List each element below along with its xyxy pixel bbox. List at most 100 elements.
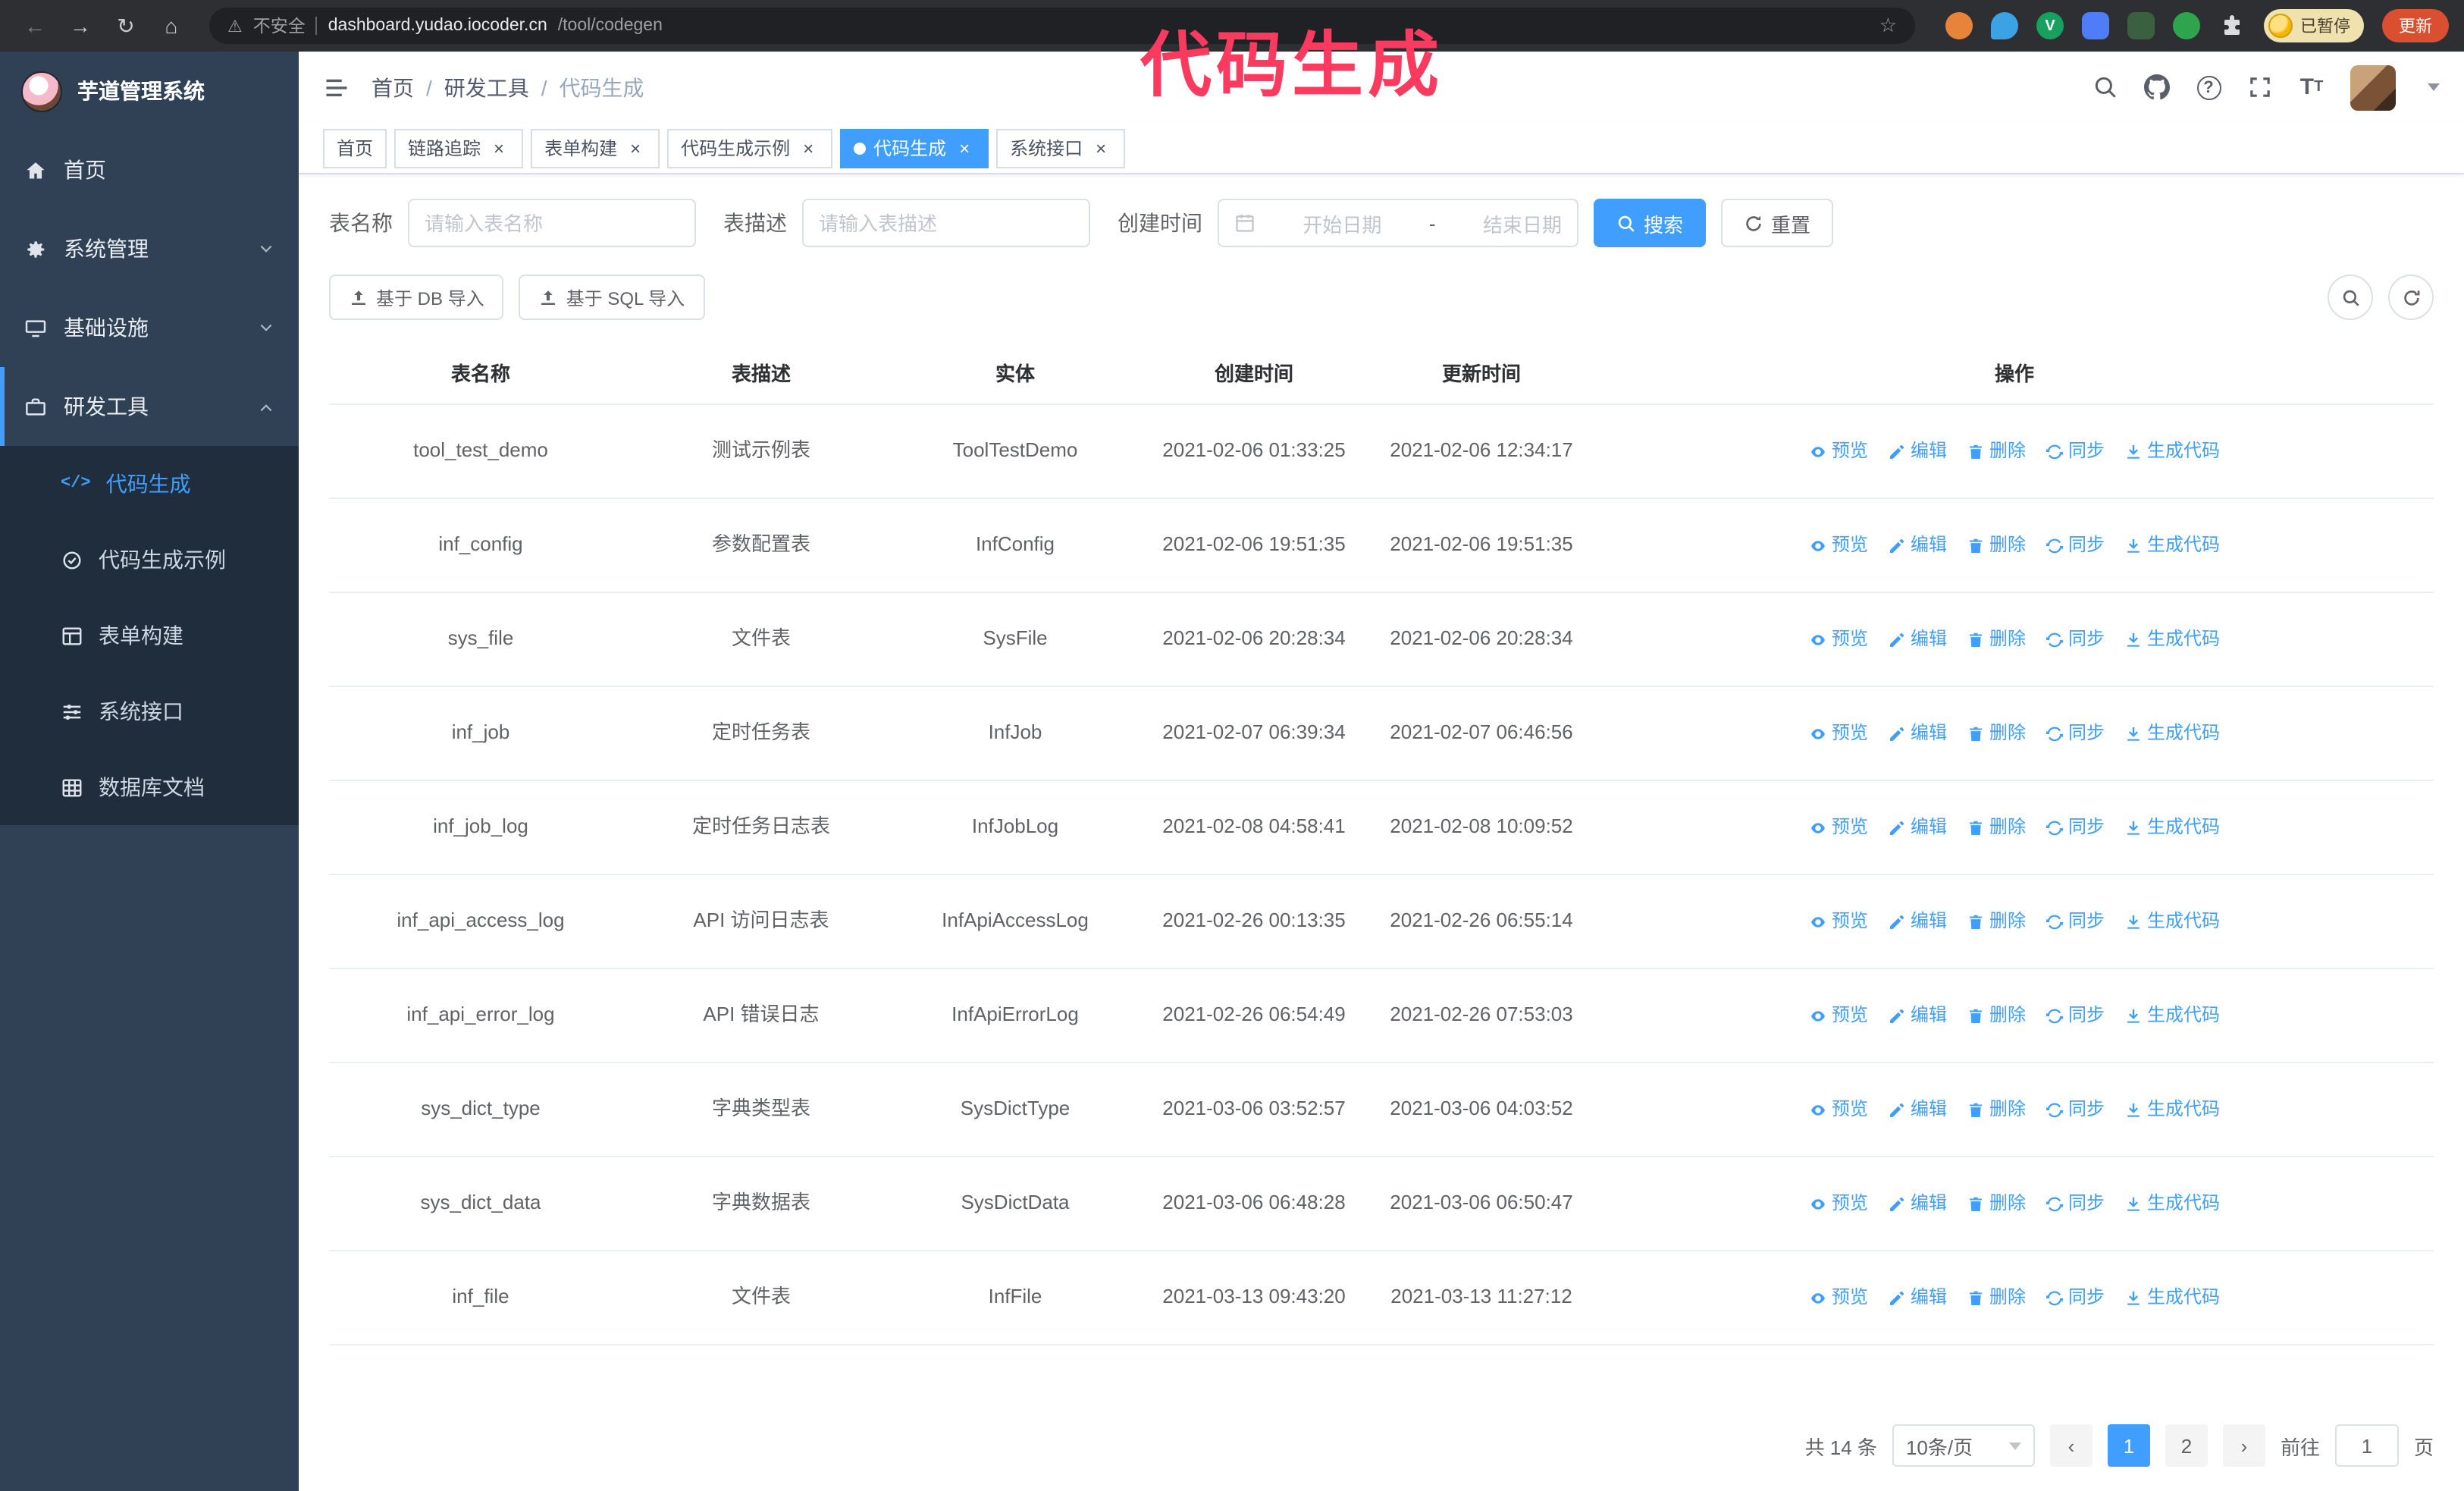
generate-code-link[interactable]: 生成代码 [2124,1283,2220,1312]
breadcrumb-home[interactable]: 首页 [371,72,414,102]
tab-tracing[interactable]: 链路追踪 × [394,128,524,168]
preview-link[interactable]: 预览 [1809,1283,1868,1312]
toggle-search-button[interactable] [2328,275,2373,320]
delete-link[interactable]: 删除 [1967,625,2026,654]
breadcrumb-devtools[interactable]: 研发工具 [444,72,529,102]
sync-link[interactable]: 同步 [2045,813,2105,842]
extension-icon[interactable] [2127,12,2155,39]
sync-link[interactable]: 同步 [2045,1189,2105,1218]
sidebar-item-form-builder[interactable]: 表单构建 [0,598,299,673]
sidebar-item-system-api[interactable]: 系统接口 [0,673,299,749]
sidebar-item-home[interactable]: 首页 [0,130,299,209]
sync-link[interactable]: 同步 [2045,1095,2105,1124]
page-size-select[interactable]: 10条/页 [1892,1424,2035,1467]
generate-code-link[interactable]: 生成代码 [2124,625,2220,654]
fullscreen-icon[interactable] [2247,74,2273,100]
home-button[interactable]: ⌂ [152,6,191,46]
user-avatar[interactable] [2350,64,2396,110]
sync-link[interactable]: 同步 [2045,437,2105,466]
import-sql-button[interactable]: 基于 SQL 导入 [519,275,705,320]
prev-page-button[interactable]: ‹ [2049,1424,2093,1467]
font-size-icon[interactable]: TT [2299,74,2324,100]
tab-home[interactable]: 首页 [323,128,387,168]
preview-link[interactable]: 预览 [1809,719,1868,748]
preview-link[interactable]: 预览 [1809,625,1868,654]
tab-system-api[interactable]: 系统接口 × [996,128,1126,168]
reset-button[interactable]: 重置 [1721,199,1834,247]
edit-link[interactable]: 编辑 [1888,437,1947,466]
delete-link[interactable]: 删除 [1967,1283,2026,1312]
edit-link[interactable]: 编辑 [1888,813,1947,842]
close-tab-icon[interactable]: × [488,137,509,159]
close-tab-icon[interactable]: × [798,137,819,159]
extension-icon[interactable] [1945,12,1973,39]
extension-icon[interactable] [1991,12,2018,39]
paused-badge[interactable]: 已暂停 [2264,9,2364,42]
preview-link[interactable]: 预览 [1809,531,1868,560]
preview-link[interactable]: 预览 [1809,1095,1868,1124]
sidebar-item-infrastructure[interactable]: 基础设施 [0,288,299,367]
generate-code-link[interactable]: 生成代码 [2124,531,2220,560]
extension-icon[interactable]: V [2036,12,2064,39]
edit-link[interactable]: 编辑 [1888,1283,1947,1312]
sync-link[interactable]: 同步 [2045,1283,2105,1312]
delete-link[interactable]: 删除 [1967,719,2026,748]
delete-link[interactable]: 删除 [1967,1001,2026,1030]
collapse-sidebar-icon[interactable] [323,74,350,101]
table-name-input[interactable] [408,199,696,247]
preview-link[interactable]: 预览 [1809,1001,1868,1030]
generate-code-link[interactable]: 生成代码 [2124,1001,2220,1030]
generate-code-link[interactable]: 生成代码 [2124,437,2220,466]
extensions-puzzle-icon[interactable] [2218,12,2246,39]
sidebar-item-codegen[interactable]: </> 代码生成 [0,446,299,522]
edit-link[interactable]: 编辑 [1888,907,1947,936]
back-button[interactable]: ← [15,6,55,46]
generate-code-link[interactable]: 生成代码 [2124,719,2220,748]
generate-code-link[interactable]: 生成代码 [2124,813,2220,842]
edit-link[interactable]: 编辑 [1888,625,1947,654]
goto-page-input[interactable] [2334,1424,2399,1467]
sidebar-item-devtools[interactable]: 研发工具 [0,367,299,446]
extension-icon[interactable] [2082,12,2109,39]
delete-link[interactable]: 删除 [1967,1095,2026,1124]
tab-codegen-example[interactable]: 代码生成示例 × [667,128,833,168]
preview-link[interactable]: 预览 [1809,813,1868,842]
preview-link[interactable]: 预览 [1809,1189,1868,1218]
github-icon[interactable] [2144,74,2170,100]
sync-link[interactable]: 同步 [2045,625,2105,654]
page-button-2[interactable]: 2 [2165,1424,2208,1467]
sidebar-item-codegen-example[interactable]: 代码生成示例 [0,522,299,598]
edit-link[interactable]: 编辑 [1888,1095,1947,1124]
extension-icon[interactable] [2173,12,2200,39]
forward-button[interactable]: → [61,6,100,46]
date-range-picker[interactable]: 开始日期 - 结束日期 [1218,199,1578,247]
preview-link[interactable]: 预览 [1809,907,1868,936]
address-bar[interactable]: ⚠ 不安全 dashboard.yudao.iocoder.cn/tool/co… [209,8,1915,44]
help-icon[interactable]: ? [2196,74,2221,100]
sync-link[interactable]: 同步 [2045,719,2105,748]
page-button-1[interactable]: 1 [2107,1424,2150,1467]
delete-link[interactable]: 删除 [1967,907,2026,936]
tab-codegen[interactable]: 代码生成 × [840,128,989,168]
next-page-button[interactable]: › [2222,1424,2265,1467]
sync-link[interactable]: 同步 [2045,1001,2105,1030]
sidebar-item-system[interactable]: 系统管理 [0,209,299,288]
edit-link[interactable]: 编辑 [1888,531,1947,560]
edit-link[interactable]: 编辑 [1888,719,1947,748]
edit-link[interactable]: 编辑 [1888,1001,1947,1030]
generate-code-link[interactable]: 生成代码 [2124,1095,2220,1124]
close-tab-icon[interactable]: × [1090,137,1111,159]
sidebar-item-db-docs[interactable]: 数据库文档 [0,749,299,825]
delete-link[interactable]: 删除 [1967,531,2026,560]
edit-link[interactable]: 编辑 [1888,1189,1947,1218]
delete-link[interactable]: 删除 [1967,1189,2026,1218]
import-db-button[interactable]: 基于 DB 导入 [329,275,504,320]
tab-form-builder[interactable]: 表单构建 × [531,128,660,168]
user-caret-down-icon[interactable] [2428,83,2440,91]
sync-link[interactable]: 同步 [2045,907,2105,936]
reload-button[interactable]: ↻ [106,6,146,46]
generate-code-link[interactable]: 生成代码 [2124,1189,2220,1218]
sync-link[interactable]: 同步 [2045,531,2105,560]
refresh-table-button[interactable] [2388,275,2434,320]
update-button[interactable]: 更新 [2382,9,2449,42]
